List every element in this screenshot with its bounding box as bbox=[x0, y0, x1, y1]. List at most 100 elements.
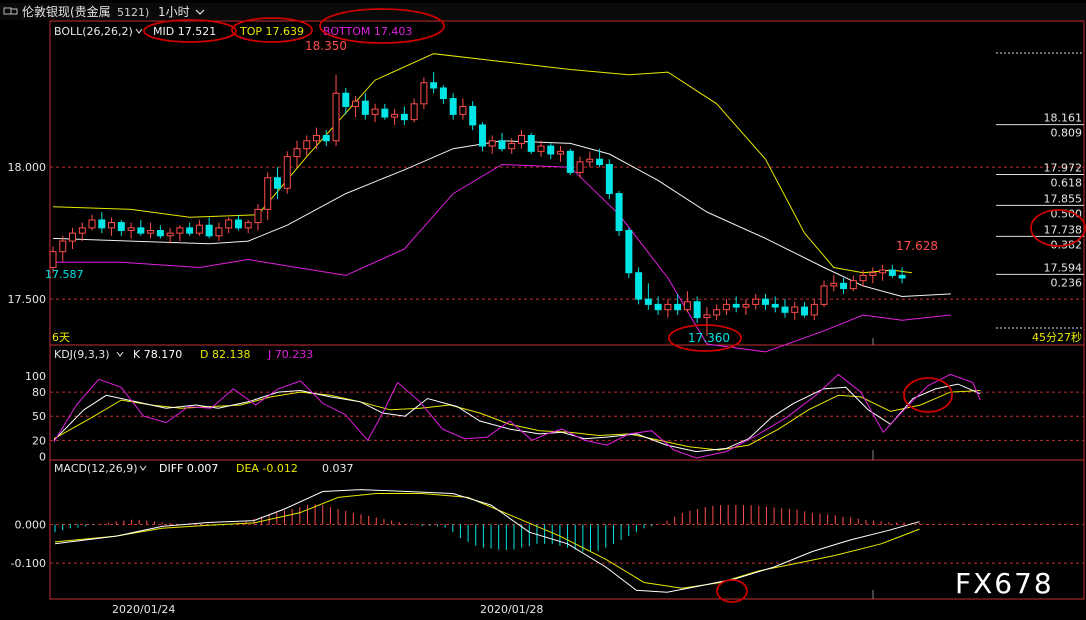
candle-body-75 bbox=[781, 306, 789, 313]
candle-body-84 bbox=[869, 272, 877, 276]
candle-body-55 bbox=[586, 158, 594, 163]
candle-body-41 bbox=[449, 98, 457, 115]
candle-body-12 bbox=[166, 232, 174, 237]
fib-price-3: 17.738 bbox=[1044, 223, 1083, 236]
candle-body-38 bbox=[420, 82, 428, 105]
candle-body-69 bbox=[722, 303, 730, 311]
timeframe-selector[interactable]: 1小时 bbox=[158, 5, 190, 19]
kdj-j-value: J 70.233 bbox=[267, 348, 313, 361]
candle-body-42 bbox=[459, 105, 467, 115]
fib-price-4: 17.594 bbox=[1044, 261, 1083, 274]
countdown-label: 45分27秒 bbox=[1032, 330, 1082, 344]
kdj-tick-label-3: 20 bbox=[32, 434, 46, 447]
candle-body-62 bbox=[654, 303, 662, 311]
candle-body-7 bbox=[117, 222, 125, 232]
candle-body-81 bbox=[840, 282, 848, 290]
candle-body-4 bbox=[88, 219, 96, 229]
candle-body-49 bbox=[527, 134, 535, 152]
candle-body-52 bbox=[557, 150, 565, 155]
candle-body-5 bbox=[98, 219, 106, 229]
candle-body-28 bbox=[322, 134, 330, 142]
symbol-name[interactable]: 伦敦银现(贵金属 bbox=[22, 4, 111, 19]
boll-top-value: TOP 17.639 bbox=[239, 25, 304, 38]
candle-body-10 bbox=[147, 230, 155, 234]
candle-body-3 bbox=[78, 227, 86, 234]
candle-body-50 bbox=[537, 145, 545, 152]
candle-body-87 bbox=[898, 274, 906, 279]
candle-body-26 bbox=[303, 140, 311, 150]
candle-body-51 bbox=[547, 145, 555, 155]
candle-body-36 bbox=[400, 113, 408, 121]
left-price-label: 17.587 bbox=[45, 268, 84, 281]
candle-body-63 bbox=[664, 303, 672, 311]
candle-body-9 bbox=[137, 227, 145, 234]
candle-body-45 bbox=[488, 140, 496, 147]
candle-body-22 bbox=[264, 177, 272, 210]
candle-body-76 bbox=[791, 306, 799, 313]
fib-price-0: 18.161 bbox=[1044, 112, 1083, 125]
candle-body-77 bbox=[801, 306, 809, 316]
candle-body-25 bbox=[293, 148, 301, 158]
candle-body-13 bbox=[176, 227, 184, 234]
fib-ratio-0: 0.809 bbox=[1051, 127, 1083, 140]
symbol-code: 5121) bbox=[117, 6, 149, 19]
background bbox=[0, 0, 1086, 620]
candle-body-61 bbox=[644, 298, 652, 305]
last-price-label: 17.628 bbox=[896, 239, 938, 253]
candle-body-83 bbox=[859, 274, 867, 282]
kdj-d-value: D 82.138 bbox=[200, 348, 250, 361]
candle-body-15 bbox=[195, 224, 203, 234]
macd-tick-label-0: 0.000 bbox=[15, 518, 47, 531]
candle-body-57 bbox=[605, 164, 613, 195]
candle-body-39 bbox=[430, 82, 438, 89]
candle-body-54 bbox=[576, 161, 584, 173]
candle-body-40 bbox=[439, 87, 447, 100]
macd-label: MACD(12,26,9) bbox=[54, 462, 138, 475]
candle-body-80 bbox=[830, 282, 838, 287]
kdj-k-value: K 78.170 bbox=[133, 348, 182, 361]
boll-bottom-value: BOTTOM 17.403 bbox=[323, 25, 412, 38]
candle-body-19 bbox=[234, 219, 242, 229]
candle-body-86 bbox=[888, 269, 896, 276]
kdj-tick-label-4: 0 bbox=[39, 450, 46, 463]
low-price-label: 17.360 bbox=[688, 331, 730, 345]
candle-body-1 bbox=[59, 240, 67, 253]
candle-body-66 bbox=[693, 301, 701, 319]
candle-body-74 bbox=[771, 303, 779, 308]
candle-body-64 bbox=[674, 303, 682, 311]
chart-stage: 伦敦银现(贵金属 5121) 1小时 18.000 17.500 18.161 0.… bbox=[0, 0, 1086, 620]
boll-label: BOLL(26,26,2) bbox=[54, 25, 133, 38]
candle-body-48 bbox=[517, 134, 525, 144]
candle-body-14 bbox=[186, 227, 194, 234]
candle-body-2 bbox=[69, 232, 77, 242]
candle-body-78 bbox=[810, 303, 818, 316]
x-label-0124: 2020/01/24 bbox=[112, 603, 175, 616]
candle-body-53 bbox=[566, 150, 574, 173]
candle-body-11 bbox=[156, 230, 164, 237]
candle-body-43 bbox=[469, 105, 477, 126]
candle-body-18 bbox=[225, 219, 233, 229]
watermark-logo: FX678 bbox=[955, 567, 1054, 600]
candle-body-65 bbox=[683, 301, 691, 311]
candle-body-82 bbox=[849, 280, 857, 290]
kdj-tick-label-1: 80 bbox=[32, 386, 46, 399]
candle-body-72 bbox=[752, 298, 760, 305]
price-tick-label-1: 17.500 bbox=[8, 293, 47, 306]
candle-body-6 bbox=[108, 222, 116, 229]
period-days-label: 6天 bbox=[52, 331, 70, 344]
x-label-0128: 2020/01/28 bbox=[480, 603, 543, 616]
candle-body-27 bbox=[313, 134, 321, 142]
candle-body-34 bbox=[381, 108, 389, 118]
candle-body-60 bbox=[635, 272, 643, 300]
candle-body-79 bbox=[820, 285, 828, 305]
candle-body-31 bbox=[352, 100, 360, 107]
candle-body-16 bbox=[205, 224, 213, 237]
candle-body-17 bbox=[215, 227, 223, 237]
candle-body-20 bbox=[244, 222, 252, 229]
candle-body-56 bbox=[596, 158, 604, 166]
candle-body-8 bbox=[127, 227, 135, 232]
price-tick-label-0: 18.000 bbox=[8, 161, 47, 174]
macd-dea-value: DEA -0.012 bbox=[236, 462, 298, 475]
candle-body-85 bbox=[879, 269, 887, 274]
candle-body-47 bbox=[508, 142, 516, 150]
